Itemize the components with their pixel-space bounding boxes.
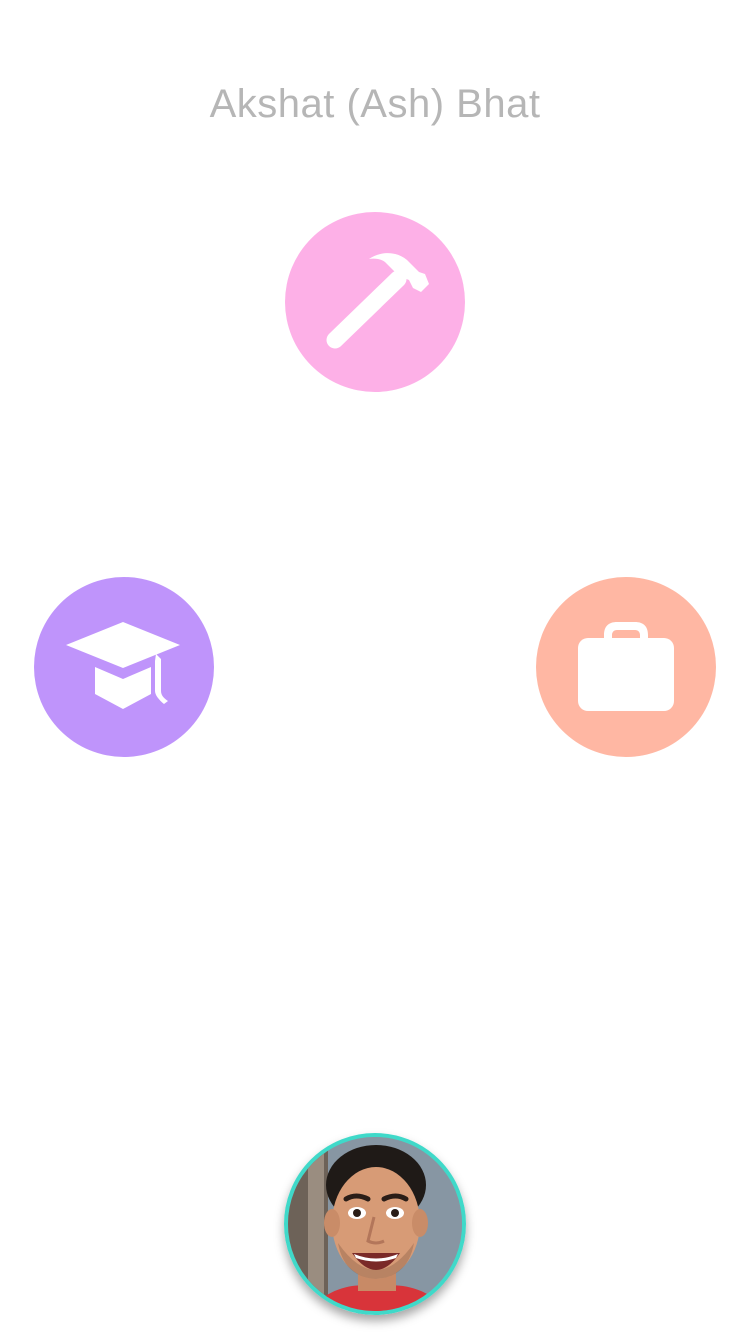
hammer-icon — [326, 253, 429, 349]
graduation-cap-icon — [66, 622, 180, 709]
briefcase-icon — [578, 622, 674, 711]
profile-photo — [288, 1137, 462, 1311]
avatar — [284, 1133, 466, 1315]
profile-avatar-button[interactable] — [284, 1133, 466, 1315]
page-title: Akshat (Ash) Bhat — [209, 82, 541, 126]
education-button[interactable] — [34, 577, 214, 757]
projects-button[interactable] — [285, 212, 465, 392]
work-button[interactable] — [536, 577, 716, 757]
